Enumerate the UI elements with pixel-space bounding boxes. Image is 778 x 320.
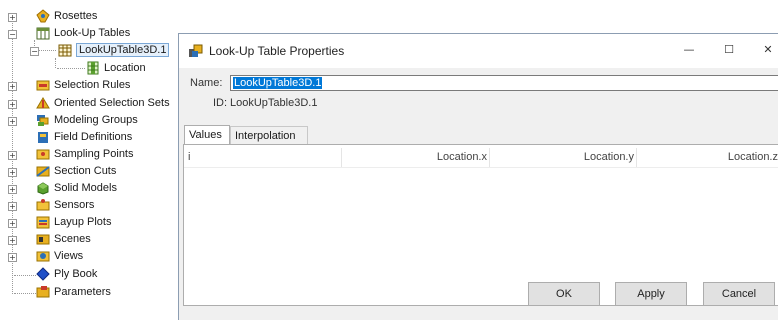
tree-item-label: Selection Rules [54,79,131,91]
table-icon [58,43,72,57]
header-divider [184,167,778,168]
oriented-selection-sets-icon [36,96,50,110]
tree-item-parameters[interactable]: Parameters [36,284,111,300]
minimize-button[interactable]: — [674,40,704,60]
table-column-icon [86,61,100,75]
tree-connector [55,58,56,68]
section-cuts-icon [36,164,50,178]
values-panel: i Location.x Location.y Location.z [183,144,778,306]
expand-icon[interactable]: + [8,253,17,262]
dialog-app-icon [188,44,204,58]
tree-item-section-cuts[interactable]: Section Cuts [36,163,116,179]
tree-item-label: Oriented Selection Sets [54,97,170,109]
expand-icon[interactable]: + [8,219,17,228]
column-header-location-z[interactable]: Location.z [636,148,778,167]
lookup-tables-icon [36,26,50,40]
id-value: LookUpTable3D.1 [230,97,318,109]
tree-item-label: LookUpTable3D.1 [76,43,170,57]
tree-item-field-definitions[interactable]: Field Definitions [36,129,132,145]
tree-item-modeling-groups[interactable]: Modeling Groups [36,112,138,128]
tree-connector [14,275,36,276]
tree-item-selection-rules[interactable]: Selection Rules [36,77,130,93]
views-icon [36,249,50,263]
scenes-icon [36,232,50,246]
tree-item-label: Parameters [54,286,111,298]
name-input[interactable]: LookUpTable3D.1 [230,75,778,91]
tree-item-label: Sensors [54,199,95,211]
tree-item-label: Solid Models [54,182,117,194]
table-header: i Location.x Location.y Location.z [188,148,778,167]
tree-item-sampling-points[interactable]: Sampling Points [36,146,134,162]
expand-icon[interactable]: + [8,236,17,245]
modeling-groups-icon [36,113,50,127]
expand-icon[interactable]: + [8,168,17,177]
expand-icon[interactable]: + [8,117,17,126]
tree-item-lookuptable3d[interactable]: LookUpTable3D.1 [58,42,170,58]
apply-button[interactable]: Apply [615,282,687,306]
tree-item-label: Section Cuts [54,165,117,177]
project-tree: + Rosettes − Look-Up Tables − LookUpTabl… [0,0,180,320]
tree-item-oriented-selection-sets[interactable]: Oriented Selection Sets [36,95,170,111]
expand-icon[interactable]: + [8,202,17,211]
sampling-points-icon [36,147,50,161]
selection-rules-icon [36,78,50,92]
field-definitions-icon [36,130,50,144]
collapse-icon[interactable]: − [8,30,17,39]
tree-item-layup-plots[interactable]: Layup Plots [36,214,111,230]
ok-button[interactable]: OK [528,282,600,306]
tree-item-label: Field Definitions [54,131,133,143]
name-label: Name: [190,77,223,89]
look-up-table-properties-dialog: Look-Up Table Properties — ☐ ✕ Name: Loo… [178,33,778,320]
ply-book-icon [36,267,50,281]
tree-item-label: Layup Plots [54,216,112,228]
sensors-icon [36,198,50,212]
tree-item-look-up-tables[interactable]: Look-Up Tables [36,25,130,41]
tree-item-ply-book[interactable]: Ply Book [36,266,97,282]
column-header-location-y[interactable]: Location.y [489,148,636,167]
tree-item-label: Ply Book [54,268,98,280]
parameters-icon [36,285,50,299]
expand-icon[interactable]: + [8,100,17,109]
tree-connector [36,50,56,51]
column-header-location-x[interactable]: Location.x [341,148,489,167]
tree-item-label: Rosettes [54,10,98,22]
dialog-titlebar[interactable]: Look-Up Table Properties — ☐ ✕ [179,34,778,68]
tree-item-label: Location [104,62,146,74]
name-input-value: LookUpTable3D.1 [233,77,323,89]
column-header-i[interactable]: i [188,148,338,167]
tab-values[interactable]: Values [184,125,230,145]
tab-interpolation[interactable]: Interpolation [230,126,308,146]
id-label: ID: [213,97,228,109]
solid-models-icon [36,181,50,195]
tree-item-label: Sampling Points [54,148,134,160]
tree-item-label: Scenes [54,233,91,245]
cancel-button[interactable]: Cancel [703,282,775,306]
dialog-title: Look-Up Table Properties [209,44,345,58]
tree-item-label: Views [54,250,84,262]
tree-item-sensors[interactable]: Sensors [36,197,94,213]
tree-item-solid-models[interactable]: Solid Models [36,180,117,196]
tree-item-label: Look-Up Tables [54,27,131,39]
tree-connector [57,68,85,69]
expand-icon[interactable]: + [8,82,17,91]
tree-item-label: Modeling Groups [54,114,138,126]
tree-connector [14,293,36,294]
expand-icon[interactable]: + [8,13,17,22]
tree-item-rosettes[interactable]: Rosettes [36,8,97,24]
tree-item-views[interactable]: Views [36,248,83,264]
layup-plots-icon [36,215,50,229]
tree-item-location[interactable]: Location [86,60,146,76]
tree-connector [12,14,13,254]
collapse-icon[interactable]: − [30,47,39,56]
maximize-button[interactable]: ☐ [714,40,744,60]
tree-item-scenes[interactable]: Scenes [36,231,91,247]
expand-icon[interactable]: + [8,151,17,160]
rosettes-icon [36,9,50,23]
close-button[interactable]: ✕ [753,40,778,60]
expand-icon[interactable]: + [8,185,17,194]
